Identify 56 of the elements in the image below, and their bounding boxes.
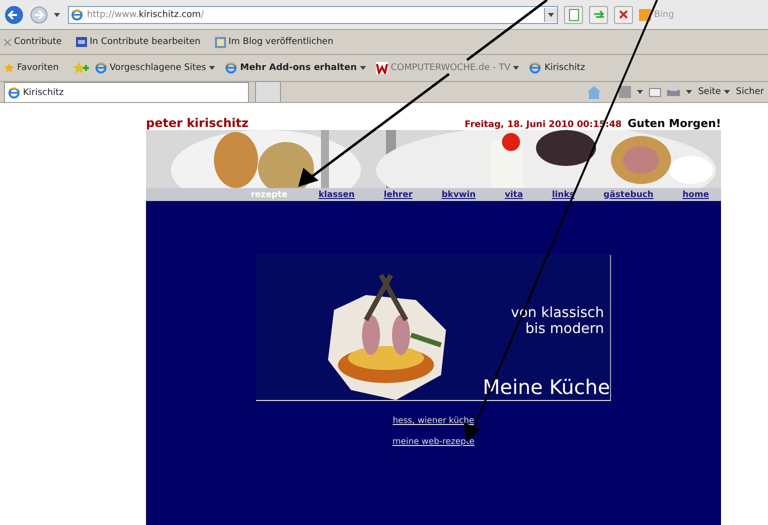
page-link[interactable]: hess, wiener küche [392,416,474,426]
back-icon[interactable] [4,4,24,24]
close-icon[interactable] [4,38,11,46]
caret-icon [686,90,692,94]
star-icon [4,63,14,73]
browser-logo-icon [94,62,107,74]
browser-logo-icon [8,86,20,98]
favorite-link[interactable]: Mehr Add-ons erhalten [225,62,366,74]
stop-button[interactable] [614,6,633,24]
caret-icon [209,66,216,70]
toolbar-button[interactable]: In Contribute bearbeiten [76,37,200,47]
refresh-button[interactable] [589,6,608,24]
caret-icon [360,66,366,70]
hero-title: Meine Küche [482,375,610,399]
browser-logo-icon [225,62,238,74]
favorites-button[interactable]: Favoriten [4,63,59,73]
caret-icon [724,90,730,94]
nav-link[interactable]: lehrer [384,190,413,200]
hero-text: bis modern [525,321,604,337]
refresh-icon [592,10,604,20]
blog-icon [214,36,226,48]
command-menu[interactable]: Seite [698,87,730,97]
favorite-link[interactable]: Vorgeschlagene Sites [94,62,216,74]
compatibility-button[interactable] [564,6,583,24]
search-engine-icon [639,8,651,20]
nav-link[interactable]: vita [504,190,523,200]
app-logo-icon [76,37,87,47]
browser-logo-icon [529,62,542,74]
caret-icon [54,12,60,16]
caret-icon [637,90,644,94]
address-field[interactable]: http://www.kirischitz.com/ [68,6,558,24]
home-icon[interactable] [587,86,602,98]
command-menu[interactable]: Sicher [736,87,764,97]
forward-icon[interactable] [30,6,48,24]
caret-icon [513,66,520,70]
favorite-link[interactable]: Kirischitz [529,62,586,74]
close-icon [619,10,628,19]
toolbar-button[interactable]: Im Blog veröffentlichen [214,36,334,48]
site-logo-icon [376,62,388,74]
page-link[interactable]: meine web-rezepte [392,437,475,447]
site-title: peter kirischitz [146,116,250,130]
new-tab-button[interactable] [255,81,281,102]
print-icon[interactable] [667,86,680,98]
nav-link[interactable]: bkvwin [442,190,476,200]
browser-logo-icon [71,8,83,20]
feed-icon[interactable] [619,86,632,98]
greeting-text: Guten Morgen! [628,117,721,130]
toolbar-button[interactable]: Contribute [4,37,62,47]
nav-link[interactable]: gästebuch [604,190,654,200]
page-icon [568,8,578,20]
nav-link[interactable]: klassen [318,190,355,200]
browser-tab[interactable]: Kirischitz [4,82,249,102]
nav-link[interactable]: home [682,190,709,200]
mail-icon[interactable] [649,88,662,96]
caret-icon [548,12,554,16]
add-favorite-icon[interactable] [72,62,89,74]
